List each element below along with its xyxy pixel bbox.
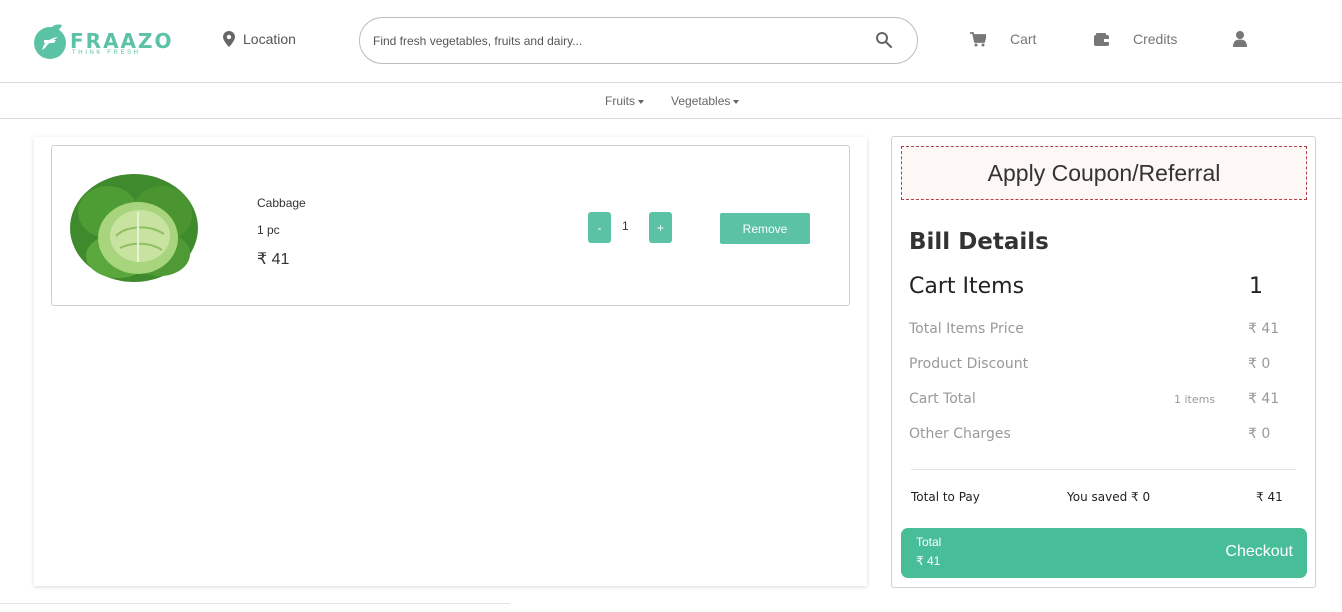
footer-divider [0,603,510,604]
category-fruits[interactable]: Fruits [605,94,644,108]
bill-panel: Apply Coupon/Referral Bill Details Cart … [891,136,1316,588]
cart-items-label: Cart Items [909,274,1025,299]
total-to-pay-value: ₹ 41 [1256,490,1283,504]
cabbage-image [70,174,198,282]
checkout-label: Checkout [1225,543,1293,560]
decrease-quantity-button[interactable]: - [588,212,611,243]
cart-icon [970,31,986,46]
increase-quantity-button[interactable]: + [649,212,672,243]
you-saved-label: You saved ₹ 0 [1067,490,1151,504]
cart-total-value: ₹ 41 [1248,391,1280,407]
cart-total-items-note: 1 items [1174,393,1216,406]
product-discount-value: ₹ 0 [1248,356,1271,372]
total-items-price-label: Total Items Price [909,321,1024,337]
apply-coupon-label: Apply Coupon/Referral [987,159,1221,186]
nav-account[interactable] [1233,31,1247,52]
search-icon[interactable] [875,31,893,49]
checkout-button[interactable]: Total ₹ 41 Checkout [901,528,1307,578]
product-discount-label: Product Discount [909,356,1029,372]
user-icon [1233,31,1247,47]
search-bar [359,17,918,64]
caret-down-icon [638,99,644,104]
other-charges-label: Other Charges [909,426,1011,442]
leaf-logo-icon [34,24,66,59]
map-pin-icon [223,31,235,47]
total-items-price-value: ₹ 41 [1248,321,1280,337]
search-input[interactable] [373,30,853,52]
bill-divider [911,469,1296,470]
quantity-value: 1 [622,219,629,233]
nav-credits[interactable]: Credits [1094,31,1177,47]
brand-tagline: THINK FRESH [72,50,141,56]
apply-coupon-button[interactable]: Apply Coupon/Referral [901,146,1307,200]
checkout-total-label: Total [916,535,942,549]
nav-cart[interactable]: Cart [970,31,1036,47]
category-vegetables-label: Vegetables [671,94,731,108]
cart-item: Cabbage 1 pc ₹ 41 - 1 + Remove [51,145,850,306]
other-charges-value: ₹ 0 [1248,426,1271,442]
cart-label: Cart [1010,31,1037,47]
caret-down-icon [733,99,740,104]
wallet-icon [1094,32,1109,46]
item-name: Cabbage [257,196,306,210]
category-fruits-label: Fruits [605,94,635,108]
item-price: ₹ 41 [257,251,290,268]
cart-items-panel: Cabbage 1 pc ₹ 41 - 1 + Remove [34,137,867,586]
category-vegetables[interactable]: Vegetables [671,94,740,108]
remove-item-button[interactable]: Remove [720,213,810,244]
brand-logo[interactable]: FRAAZO THINK FRESH [32,16,172,62]
checkout-total-value: ₹ 41 [916,554,941,568]
credits-label: Credits [1133,31,1178,47]
header: FRAAZO THINK FRESH Location Cart C [0,0,1342,83]
cart-total-label: Cart Total [909,391,976,407]
cart-items-count: 1 [1249,274,1263,299]
bill-details-title: Bill Details [909,229,1049,255]
location-label: Location [243,31,296,47]
location-selector[interactable]: Location [223,31,296,47]
total-to-pay-label: Total to Pay [911,490,980,504]
item-unit: 1 pc [257,223,280,237]
category-nav: Fruits Vegetables [0,83,1342,119]
